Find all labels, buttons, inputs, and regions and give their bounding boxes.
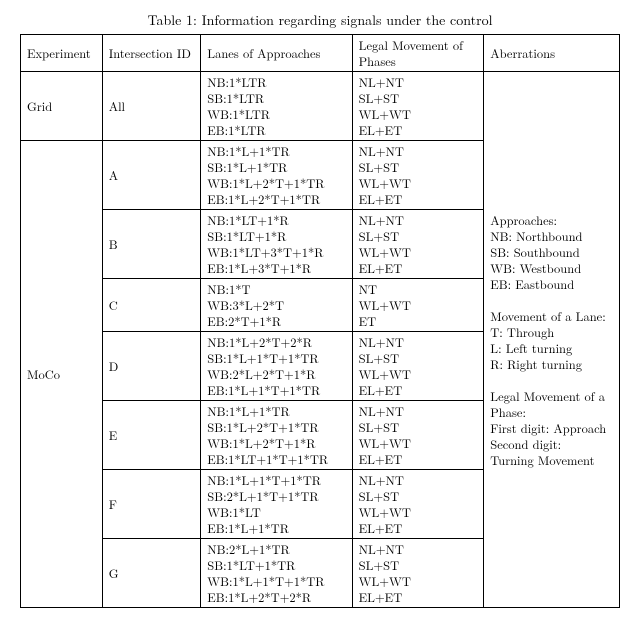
cell-id: F xyxy=(102,470,201,539)
cell-lanes: NB:1*L+1*TR SB:1*L+2*T+1*TR WB:1*L+2*T+1… xyxy=(201,401,352,470)
signals-table: Experiment Intersection ID Lanes of Appr… xyxy=(20,34,620,608)
cell-lanes: NB:1*L+1*T+1*TR SB:2*L+1*T+1*TR WB:1*LT … xyxy=(201,470,352,539)
cell-legal: NL+NT SL+ST WL+WT EL+ET xyxy=(352,72,484,141)
header-lanes: Lanes of Approaches xyxy=(201,35,352,72)
cell-lanes: NB:1*LT+1*R SB:1*LT+1*R WB:1*LT+3*T+1*R … xyxy=(201,210,352,279)
cell-experiment-grid: Grid xyxy=(21,72,103,141)
header-legal: Legal Movement of Phases xyxy=(352,35,484,72)
table-caption: Table 1: Information regarding signals u… xyxy=(20,10,620,30)
cell-id: C xyxy=(102,279,201,332)
cell-legal: NL+NT SL+ST WL+WT EL+ET xyxy=(352,470,484,539)
header-aberrations: Aberrations xyxy=(484,35,620,72)
cell-legal: NL+NT SL+ST WL+WT EL+ET xyxy=(352,141,484,210)
cell-experiment-moco: MoCo xyxy=(21,141,103,608)
cell-legal: NT WL+WT ET xyxy=(352,279,484,332)
cell-legal: NL+NT SL+ST WL+WT EL+ET xyxy=(352,332,484,401)
cell-lanes: NB:1*LTR SB:1*LTR WB:1*LTR EB:1*LTR xyxy=(201,72,352,141)
cell-id: D xyxy=(102,332,201,401)
cell-lanes: NB:1*L+1*TR SB:1*L+1*TR WB:1*L+2*T+1*TR … xyxy=(201,141,352,210)
cell-lanes: NB:1*L+2*T+2*R SB:1*L+1*T+1*TR WB:2*L+2*… xyxy=(201,332,352,401)
cell-id: A xyxy=(102,141,201,210)
cell-id-all: All xyxy=(102,72,201,141)
cell-id: B xyxy=(102,210,201,279)
cell-aberrations: Approaches: NB: Northbound SB: Southboun… xyxy=(484,72,620,608)
cell-legal: NL+NT SL+ST WL+WT EL+ET xyxy=(352,210,484,279)
cell-legal: NL+NT SL+ST WL+WT EL+ET xyxy=(352,539,484,608)
cell-legal: NL+NT SL+ST WL+WT EL+ET xyxy=(352,401,484,470)
cell-lanes: NB:2*L+1*TR SB:1*LT+1*TR WB:1*L+1*T+1*TR… xyxy=(201,539,352,608)
table-row: Grid All NB:1*LTR SB:1*LTR WB:1*LTR EB:1… xyxy=(21,72,620,141)
cell-id: E xyxy=(102,401,201,470)
cell-lanes: NB:1*T WB:3*L+2*T EB:2*T+1*R xyxy=(201,279,352,332)
header-row: Experiment Intersection ID Lanes of Appr… xyxy=(21,35,620,72)
header-intersection-id: Intersection ID xyxy=(102,35,201,72)
cell-id: G xyxy=(102,539,201,608)
header-experiment: Experiment xyxy=(21,35,103,72)
